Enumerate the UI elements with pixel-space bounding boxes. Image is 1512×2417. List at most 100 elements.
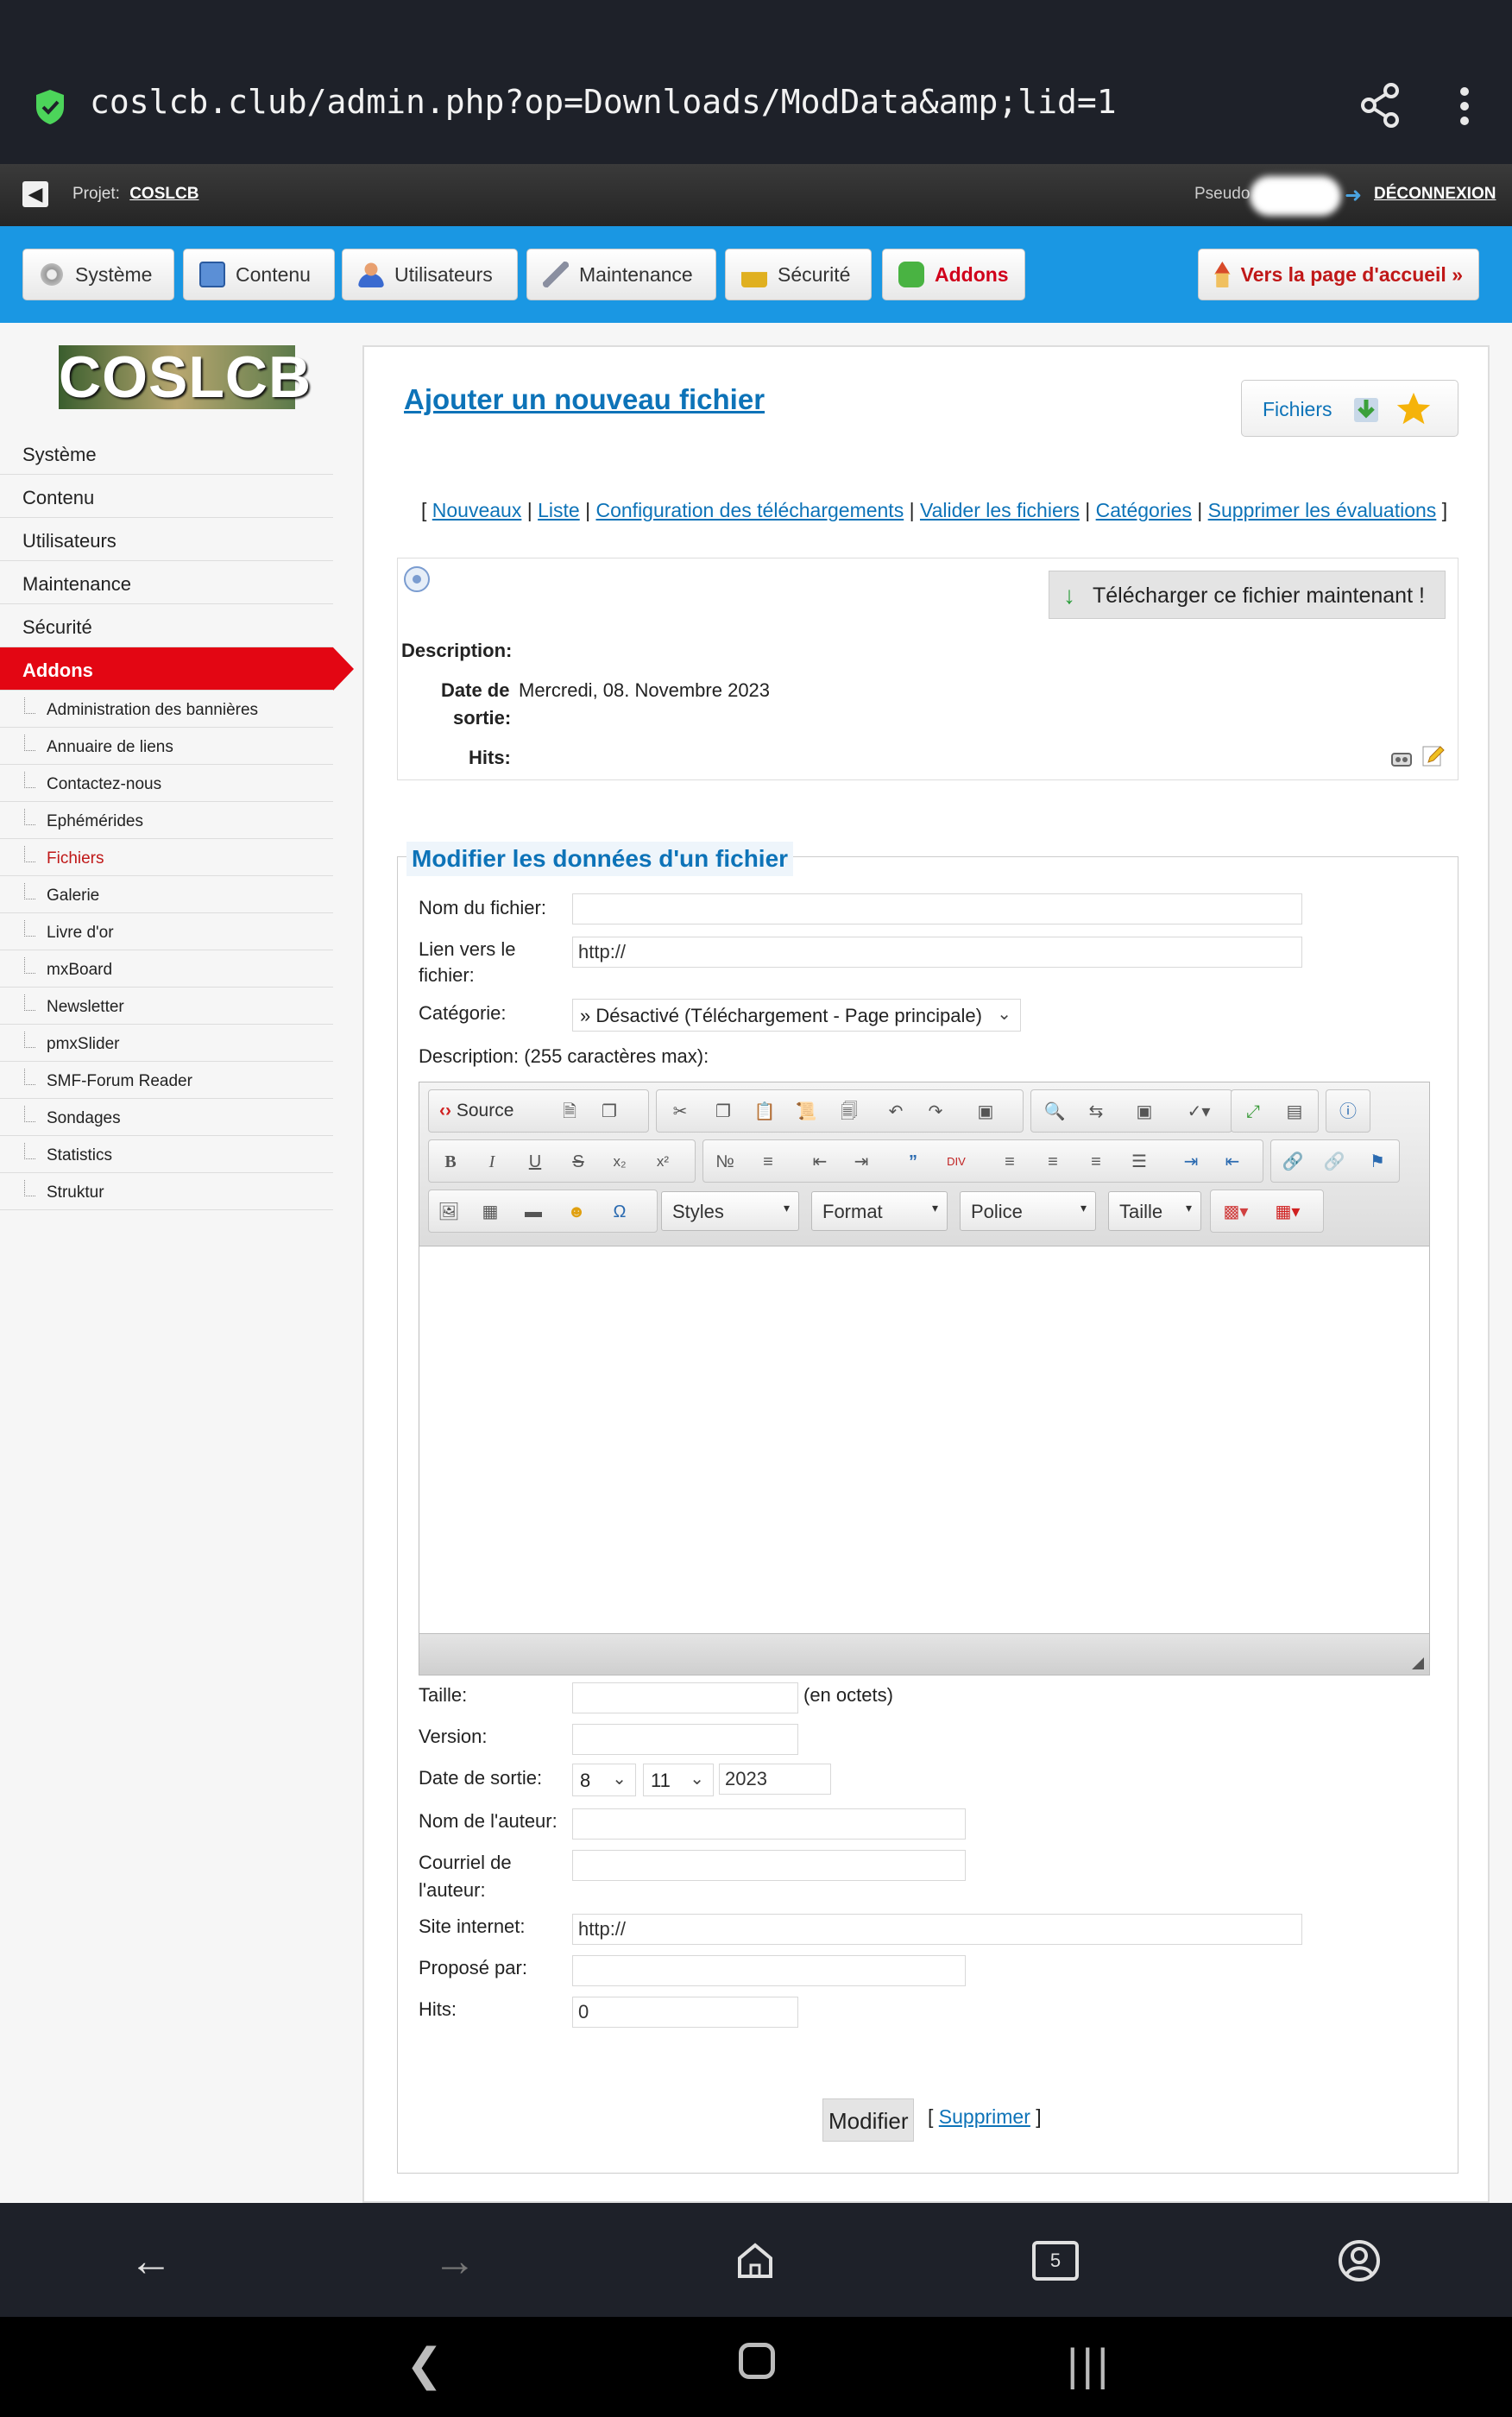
table-grid-icon[interactable]: ▦▾ <box>1268 1201 1307 1223</box>
horizontal-rule-icon[interactable]: ▬ <box>522 1201 545 1223</box>
smiley-icon[interactable]: ☻ <box>565 1201 588 1223</box>
sidebar-subitem-struktur[interactable]: Struktur <box>0 1173 333 1210</box>
italic-icon[interactable]: I <box>481 1151 503 1173</box>
filename-input[interactable] <box>572 893 1302 925</box>
file-link-input[interactable] <box>572 937 1302 968</box>
editor-text-area[interactable] <box>419 1246 1429 1633</box>
nav-addons-button[interactable]: Addons <box>882 249 1025 300</box>
modify-submit-button[interactable]: Modifier <box>822 2098 915 2142</box>
home-icon[interactable] <box>735 2241 775 2281</box>
release-year-input[interactable] <box>719 1764 831 1795</box>
indent-icon[interactable]: ⇥ <box>850 1151 873 1173</box>
author-name-input[interactable] <box>572 1808 966 1840</box>
templates-icon[interactable]: ❐ <box>598 1101 621 1123</box>
page-title[interactable]: Ajouter un nouveau fichier <box>404 383 765 416</box>
preview-icon[interactable]: 🗎 <box>558 1101 581 1123</box>
proposed-by-input[interactable] <box>572 1955 966 1986</box>
sidebar-item-contenu[interactable]: Contenu <box>0 475 333 518</box>
nav-contenu-button[interactable]: Contenu <box>183 249 335 300</box>
system-home-icon[interactable] <box>739 2343 775 2379</box>
author-email-input[interactable] <box>572 1850 966 1881</box>
sidebar-subitem-bannieres[interactable]: Administration des bannières <box>0 691 333 728</box>
anchor-icon[interactable]: ⚑ <box>1366 1151 1389 1173</box>
sidebar-subitem-smf-reader[interactable]: SMF-Forum Reader <box>0 1062 333 1099</box>
nav-securite-button[interactable]: Sécurité <box>725 249 872 300</box>
account-icon[interactable] <box>1338 2239 1381 2282</box>
nav-utilisateurs-button[interactable]: Utilisateurs <box>342 249 518 300</box>
underline-icon[interactable]: U <box>524 1151 546 1173</box>
bulleted-list-icon[interactable]: ≡ <box>757 1151 779 1173</box>
sidebar-subitem-ephemerides[interactable]: Ephémérides <box>0 802 333 839</box>
address-bar[interactable]: coslcb.club/admin.php?op=Downloads/ModDa… <box>90 83 1117 121</box>
link-valider[interactable]: Valider les fichiers <box>920 499 1080 521</box>
back-icon[interactable]: ← <box>129 2239 173 2282</box>
sidebar-subitem-livre-dor[interactable]: Livre d'or <box>0 913 333 950</box>
link-icon[interactable]: 🔗 <box>1282 1151 1304 1173</box>
select-all-icon[interactable]: ▣ <box>1133 1101 1156 1123</box>
replace-icon[interactable]: ⇆ <box>1085 1101 1107 1123</box>
link-categories[interactable]: Catégories <box>1096 499 1192 521</box>
sidebar-subitem-newsletter[interactable]: Newsletter <box>0 988 333 1025</box>
show-blocks-icon[interactable]: ▤ <box>1283 1101 1306 1123</box>
align-right-icon[interactable]: ≡ <box>1085 1151 1107 1173</box>
sidebar-item-utilisateurs[interactable]: Utilisateurs <box>0 518 333 561</box>
link-configuration[interactable]: Configuration des téléchargements <box>595 499 904 521</box>
redo-icon[interactable]: ↷ <box>924 1101 947 1123</box>
paste-word-icon[interactable]: 🗐 <box>838 1101 860 1123</box>
table-icon[interactable]: ▦ <box>479 1201 501 1223</box>
text-color-icon[interactable]: ▩▾ <box>1218 1201 1254 1223</box>
sidebar-item-securite[interactable]: Sécurité <box>0 604 333 647</box>
link-nouveaux[interactable]: Nouveaux <box>432 499 522 521</box>
sidebar-subitem-contact[interactable]: Contactez-nous <box>0 765 333 802</box>
ltr-icon[interactable]: ⇥ <box>1180 1151 1202 1173</box>
find-icon[interactable]: 🔍 <box>1043 1101 1066 1123</box>
forward-icon[interactable]: → <box>433 2239 476 2282</box>
project-link[interactable]: COSLCB <box>129 185 198 203</box>
superscript-icon[interactable]: x² <box>652 1151 674 1173</box>
link-supprimer-evaluations[interactable]: Supprimer les évaluations <box>1208 499 1437 521</box>
sidebar-item-addons[interactable]: Addons <box>0 647 354 691</box>
copy-icon[interactable]: ❐ <box>712 1101 734 1123</box>
size-input[interactable] <box>572 1682 798 1713</box>
home-page-button[interactable]: Vers la page d'accueil » <box>1198 249 1479 300</box>
sidebar-subitem-mxboard[interactable]: mxBoard <box>0 950 333 988</box>
justify-icon[interactable]: ☰ <box>1128 1151 1150 1173</box>
unlink-icon[interactable]: 🔗 <box>1323 1151 1345 1173</box>
link-liste[interactable]: Liste <box>538 499 580 521</box>
nav-systeme-button[interactable]: Système <box>22 249 174 300</box>
styles-combo[interactable]: Styles ▾ <box>661 1191 799 1231</box>
category-select[interactable]: » Désactivé (Téléchargement - Page princ… <box>572 999 1021 1032</box>
delete-file-link[interactable]: Supprimer <box>939 2105 1030 2128</box>
editor-source-button[interactable]: ‹› Source <box>439 1101 513 1121</box>
resize-grip-icon[interactable] <box>1412 1657 1424 1669</box>
release-month-select[interactable]: 11 ⌄ <box>643 1764 714 1796</box>
maximize-icon[interactable]: ⤢ <box>1242 1101 1264 1123</box>
sidebar-subitem-fichiers[interactable]: Fichiers <box>0 839 333 876</box>
undo-icon[interactable]: ↶ <box>885 1101 907 1123</box>
version-input[interactable] <box>572 1724 798 1755</box>
sidebar-item-systeme[interactable]: Système <box>0 432 333 475</box>
website-input[interactable] <box>572 1914 1302 1945</box>
spellcheck-icon[interactable]: ✓▾ <box>1180 1101 1218 1123</box>
edit-pencil-icon[interactable] <box>1421 743 1446 767</box>
hits-input[interactable] <box>572 1997 798 2028</box>
tabs-icon[interactable]: 5 <box>1032 2241 1079 2281</box>
download-now-button[interactable]: ↓ Télécharger ce fichier maintenant ! <box>1049 571 1446 619</box>
bold-icon[interactable]: B <box>439 1151 462 1173</box>
font-combo[interactable]: Police ▾ <box>960 1191 1096 1231</box>
format-combo[interactable]: Format ▾ <box>811 1191 948 1231</box>
kebab-menu-icon[interactable] <box>1458 86 1471 126</box>
system-recents-icon[interactable]: ||| <box>1067 2343 1112 2388</box>
logout-link[interactable]: DÉCONNEXION <box>1374 185 1496 204</box>
broken-link-icon[interactable] <box>1390 747 1413 769</box>
info-icon[interactable]: ⓘ <box>1337 1101 1359 1123</box>
release-day-select[interactable]: 8 ⌄ <box>572 1764 636 1796</box>
sidebar-subitem-statistics[interactable]: Statistics <box>0 1136 333 1173</box>
sidebar-subitem-pmxslider[interactable]: pmxSlider <box>0 1025 333 1062</box>
sidebar-subitem-galerie[interactable]: Galerie <box>0 876 333 913</box>
strikethrough-icon[interactable]: S <box>567 1151 589 1173</box>
sidebar-subitem-sondages[interactable]: Sondages <box>0 1099 333 1136</box>
nav-maintenance-button[interactable]: Maintenance <box>526 249 716 300</box>
rtl-icon[interactable]: ⇤ <box>1221 1151 1244 1173</box>
paste-text-icon[interactable]: 📜 <box>795 1101 817 1123</box>
